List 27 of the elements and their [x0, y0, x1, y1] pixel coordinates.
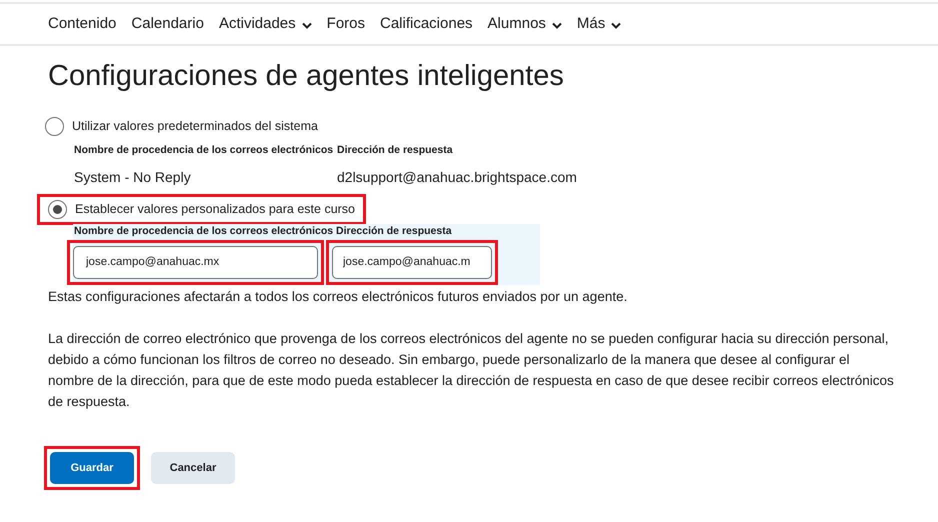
- column-header: Nombre de procedencia de los correos electrónicos: [73, 224, 334, 239]
- nav-link[interactable]: Foros: [326, 12, 365, 36]
- nav-link[interactable]: Contenido: [48, 12, 116, 36]
- page-title: Configuraciones de agentes inteligentes: [48, 59, 565, 94]
- radio-button[interactable]: [48, 200, 67, 219]
- nav-link[interactable]: Más: [576, 12, 622, 36]
- explanation-paragraph: La dirección de correo electrónico que provenga de los correos electrónicos del agente no se pueden configurar hacia su dirección personal, debido a cómo funcionan los filtros de correo no deseado. Sin embargo, puede personalizarlo de la manera que desee al configurar el nombre de la dirección, para que de este modo pueda establecer la dirección de respuesta en caso de que desee recibir correos electrónicos de respuesta.: [48, 330, 895, 411]
- radio-label: Establecer valores personalizados para este curso: [75, 200, 356, 218]
- reply-address-value: d2lsupport@anahuac.brightspace.com: [337, 168, 578, 187]
- nav-link[interactable]: Calificaciones: [380, 12, 473, 36]
- info-text: Estas configuraciones afectarán a todos los correos electrónicos futuros enviados por un agente.: [48, 288, 628, 306]
- chevron-down-icon: [302, 22, 312, 28]
- column-header: Nombre de procedencia de los correos electrónicos: [74, 143, 334, 158]
- nav-link[interactable]: Actividades: [218, 12, 312, 36]
- radio-label: Utilizar valores predeterminados del sistema: [72, 118, 318, 136]
- sender-name-value: System - No Reply: [74, 168, 192, 187]
- save-button[interactable]: Guardar: [50, 452, 134, 484]
- chevron-down-icon: [611, 22, 622, 28]
- nav-link[interactable]: Calendario: [131, 12, 204, 36]
- sender-name-field[interactable]: jose.campo@anahuac.mx: [73, 246, 318, 278]
- column-header: Dirección de respuesta: [337, 143, 454, 158]
- cancel-button[interactable]: Cancelar: [151, 452, 235, 484]
- radio-button[interactable]: [45, 117, 64, 136]
- column-header: Dirección de respuesta: [336, 224, 453, 239]
- nav-link[interactable]: Alumnos: [488, 12, 562, 36]
- chevron-down-icon: [552, 22, 562, 28]
- reply-address-field[interactable]: jose.campo@anahuac.m: [332, 246, 492, 278]
